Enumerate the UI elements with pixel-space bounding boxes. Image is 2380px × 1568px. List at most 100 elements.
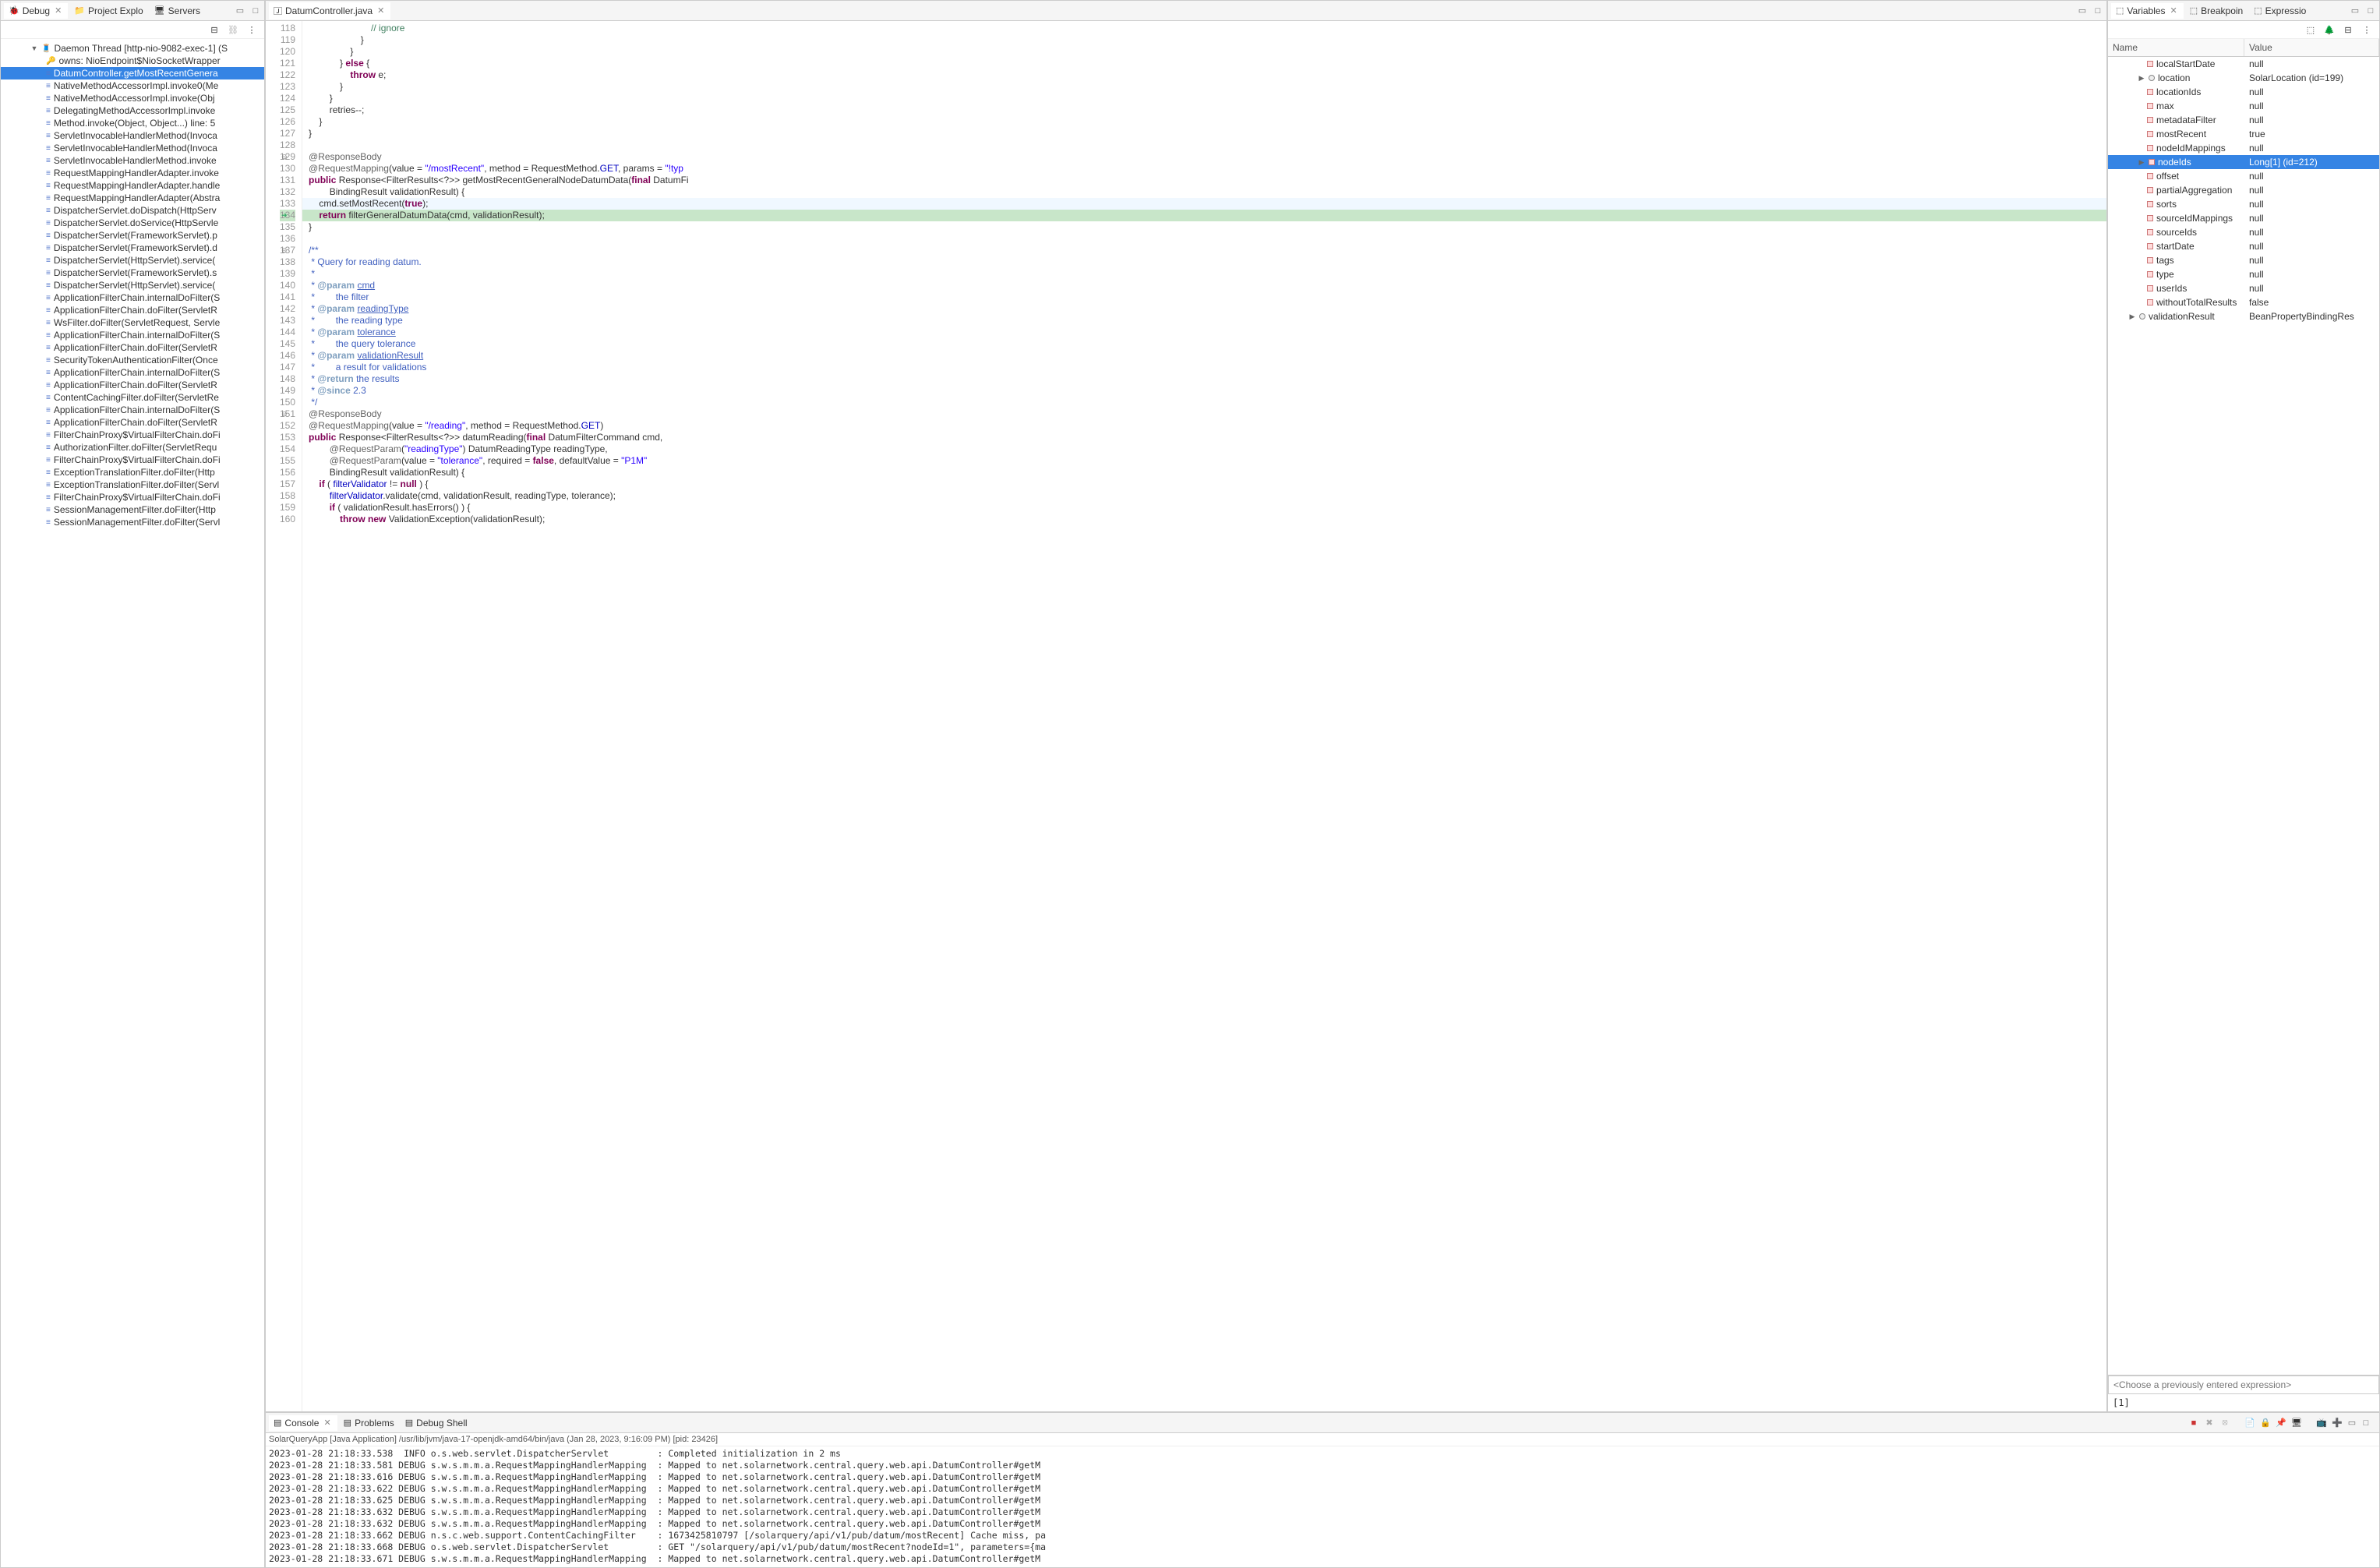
vars-table[interactable]: localStartDatenull▶locationSolarLocation… bbox=[2108, 57, 2379, 1375]
line-number[interactable]: 139 bbox=[280, 268, 295, 280]
display-icon[interactable]: 🖥 bbox=[2290, 1417, 2303, 1429]
stack-frame[interactable]: ≡ApplicationFilterChain.doFilter(Servlet… bbox=[1, 341, 264, 354]
remove-all-icon[interactable]: ⦻ bbox=[2219, 1417, 2231, 1429]
tree-icon[interactable]: 🌲 bbox=[2323, 23, 2336, 36]
code-line[interactable]: BindingResult validationResult) { bbox=[302, 186, 2106, 198]
code-line[interactable]: * @param cmd bbox=[302, 280, 2106, 291]
code-line[interactable]: retries--; bbox=[302, 104, 2106, 116]
remove-icon[interactable]: ✖ bbox=[2203, 1417, 2216, 1429]
stack-frame[interactable]: 🔑owns: NioEndpoint$NioSocketWrapper bbox=[1, 55, 264, 67]
code-line[interactable]: return filterGeneralDatumData(cmd, valid… bbox=[302, 210, 2106, 221]
link-icon[interactable]: ⛓ bbox=[227, 23, 239, 36]
line-number[interactable]: 126 bbox=[280, 116, 295, 128]
stack-frame[interactable]: ≡FilterChainProxy$VirtualFilterChain.doF… bbox=[1, 429, 264, 441]
console-tab[interactable]: ▤Console✕ bbox=[269, 1415, 337, 1431]
line-number[interactable]: 142 bbox=[280, 303, 295, 315]
variable-row[interactable]: metadataFilternull bbox=[2108, 113, 2379, 127]
variable-row[interactable]: partialAggregationnull bbox=[2108, 183, 2379, 197]
line-number[interactable]: 157 bbox=[280, 479, 295, 490]
code-line[interactable]: } bbox=[302, 46, 2106, 58]
line-number[interactable]: 156 bbox=[280, 467, 295, 479]
maximize-icon[interactable]: □ bbox=[2365, 5, 2376, 16]
code-line[interactable]: * the reading type bbox=[302, 315, 2106, 327]
stack-frame[interactable]: ≡SessionManagementFilter.doFilter(Http bbox=[1, 503, 264, 516]
line-number[interactable]: 154 bbox=[280, 443, 295, 455]
stack-frame[interactable]: ≡DelegatingMethodAccessorImpl.invoke bbox=[1, 104, 264, 117]
stack-frame[interactable]: ≡DispatcherServlet.doDispatch(HttpServ bbox=[1, 204, 264, 217]
code-line[interactable]: cmd.setMostRecent(true); bbox=[302, 198, 2106, 210]
code-line[interactable]: * @since 2.3 bbox=[302, 385, 2106, 397]
variable-row[interactable]: ▶validationResultBeanPropertyBindingRes bbox=[2108, 309, 2379, 323]
stack-frame[interactable]: ≡ExceptionTranslationFilter.doFilter(Htt… bbox=[1, 466, 264, 479]
variable-row[interactable]: sourceIdsnull bbox=[2108, 225, 2379, 239]
line-number[interactable]: 138 bbox=[280, 256, 295, 268]
minimize-icon[interactable]: ▭ bbox=[235, 5, 245, 16]
expression-input[interactable] bbox=[2108, 1376, 2379, 1394]
code-line[interactable]: * @param tolerance bbox=[302, 327, 2106, 338]
line-number[interactable]: ⊖137 bbox=[280, 245, 295, 256]
line-number[interactable]: 159 bbox=[280, 502, 295, 514]
code-line[interactable]: // ignore bbox=[302, 23, 2106, 34]
variable-row[interactable]: userIdsnull bbox=[2108, 281, 2379, 295]
col-name[interactable]: Name bbox=[2108, 39, 2244, 56]
stack-frame[interactable]: ≡ServletInvocableHandlerMethod(Invoca bbox=[1, 129, 264, 142]
collapse-icon[interactable]: ⊟ bbox=[2342, 23, 2354, 36]
code-line[interactable]: throw e; bbox=[302, 69, 2106, 81]
variable-row[interactable]: withoutTotalResultsfalse bbox=[2108, 295, 2379, 309]
code-line[interactable]: public Response<FilterResults<?>> getMos… bbox=[302, 175, 2106, 186]
close-icon[interactable]: ✕ bbox=[376, 5, 386, 16]
variable-row[interactable]: locationIdsnull bbox=[2108, 85, 2379, 99]
line-number[interactable]: 133 bbox=[280, 198, 295, 210]
type-icon[interactable]: ⬚ bbox=[2304, 23, 2317, 36]
debug-stack-tree[interactable]: ▼🧵Daemon Thread [http-nio-9082-exec-1] (… bbox=[1, 39, 264, 1567]
line-number[interactable]: 144 bbox=[280, 327, 295, 338]
close-icon[interactable]: ✕ bbox=[2169, 5, 2179, 16]
line-number[interactable]: 160 bbox=[280, 514, 295, 525]
pin-icon[interactable]: 📌 bbox=[2275, 1417, 2287, 1429]
line-number[interactable]: 152 bbox=[280, 420, 295, 432]
console-output[interactable]: 2023-01-28 21:18:33.538 INFO o.s.web.ser… bbox=[266, 1446, 2379, 1567]
line-number[interactable]: 145 bbox=[280, 338, 295, 350]
code-line[interactable]: BindingResult validationResult) { bbox=[302, 467, 2106, 479]
stack-frame[interactable]: ▼🧵Daemon Thread [http-nio-9082-exec-1] (… bbox=[1, 42, 264, 55]
stack-frame[interactable]: ≡FilterChainProxy$VirtualFilterChain.doF… bbox=[1, 491, 264, 503]
console-tab[interactable]: ▤Debug Shell bbox=[401, 1415, 472, 1431]
code-line[interactable]: @ResponseBody bbox=[302, 151, 2106, 163]
code-line[interactable]: * @param validationResult bbox=[302, 350, 2106, 362]
code-editor[interactable]: 118119120121122123124125126127128⊖129130… bbox=[266, 21, 2106, 1411]
console-tab[interactable]: ▤Problems bbox=[339, 1415, 399, 1431]
maximize-icon[interactable]: □ bbox=[2361, 1418, 2371, 1429]
code-line[interactable]: * @param readingType bbox=[302, 303, 2106, 315]
stack-frame[interactable]: ≡ApplicationFilterChain.doFilter(Servlet… bbox=[1, 379, 264, 391]
code-line[interactable]: @RequestParam("readingType") DatumReadin… bbox=[302, 443, 2106, 455]
line-number[interactable]: 153 bbox=[280, 432, 295, 443]
clear-icon[interactable]: 📄 bbox=[2244, 1417, 2256, 1429]
stack-frame[interactable]: ≡ServletInvocableHandlerMethod(Invoca bbox=[1, 142, 264, 154]
line-number[interactable]: ⊖129 bbox=[280, 151, 295, 163]
code-line[interactable]: /** bbox=[302, 245, 2106, 256]
left-tab[interactable]: 🖥Servers bbox=[150, 3, 205, 19]
stack-frame[interactable]: ≡ExceptionTranslationFilter.doFilter(Ser… bbox=[1, 479, 264, 491]
stack-frame[interactable]: ≡Method.invoke(Object, Object...) line: … bbox=[1, 117, 264, 129]
stack-frame[interactable]: ≡ApplicationFilterChain.internalDoFilter… bbox=[1, 329, 264, 341]
line-number[interactable]: 127 bbox=[280, 128, 295, 139]
vars-tab[interactable]: ⬚Variables✕ bbox=[2111, 3, 2184, 19]
code-line[interactable]: */ bbox=[302, 397, 2106, 408]
vars-tab[interactable]: ⬚Expressio bbox=[2249, 3, 2311, 19]
code-line[interactable]: filterValidator.validate(cmd, validation… bbox=[302, 490, 2106, 502]
col-value[interactable]: Value bbox=[2244, 39, 2379, 56]
minimize-icon[interactable]: ▭ bbox=[2350, 5, 2361, 16]
line-number[interactable]: 128 bbox=[280, 139, 295, 151]
close-icon[interactable]: ✕ bbox=[322, 1418, 332, 1428]
stack-frame[interactable]: ≡NativeMethodAccessorImpl.invoke(Obj bbox=[1, 92, 264, 104]
code-line[interactable]: } bbox=[302, 93, 2106, 104]
line-number[interactable]: 141 bbox=[280, 291, 295, 303]
variable-row[interactable]: nodeIdMappingsnull bbox=[2108, 141, 2379, 155]
code-line[interactable] bbox=[302, 233, 2106, 245]
code-line[interactable]: if ( validationResult.hasErrors() ) { bbox=[302, 502, 2106, 514]
line-number[interactable]: 150 bbox=[280, 397, 295, 408]
variable-row[interactable]: tagsnull bbox=[2108, 253, 2379, 267]
terminate-icon[interactable]: ■ bbox=[2188, 1417, 2200, 1429]
code-line[interactable]: * @return the results bbox=[302, 373, 2106, 385]
line-number[interactable]: 131 bbox=[280, 175, 295, 186]
